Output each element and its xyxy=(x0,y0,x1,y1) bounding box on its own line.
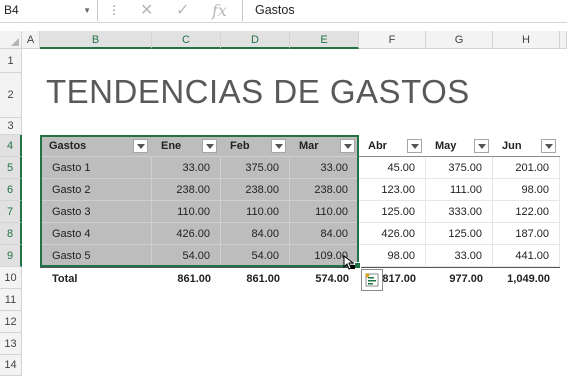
total-value-cell[interactable]: 1,049.00 xyxy=(493,267,560,289)
value-cell[interactable]: 111.00 xyxy=(426,179,493,201)
enter-icon[interactable]: ✓ xyxy=(176,0,189,21)
header-cell-jun[interactable]: Jun xyxy=(493,135,560,157)
filter-dropdown-icon[interactable] xyxy=(202,138,217,153)
value-cell[interactable]: 84.00 xyxy=(221,223,290,245)
row-header-11[interactable]: 11 xyxy=(0,289,22,311)
row-header-13[interactable]: 13 xyxy=(0,333,22,355)
header-label: Ene xyxy=(161,139,182,152)
value-cell[interactable]: 238.00 xyxy=(221,179,290,201)
value-cell[interactable]: 33.00 xyxy=(290,157,359,179)
total-label-cell[interactable]: Total xyxy=(40,267,152,289)
row-header-3[interactable]: 3 xyxy=(0,118,22,135)
value-cell[interactable]: 333.00 xyxy=(426,201,493,223)
row-label-cell[interactable]: Gasto 4 xyxy=(40,223,152,245)
total-value-cell[interactable]: 861.00 xyxy=(152,267,221,289)
crosshair-cursor-icon xyxy=(343,255,355,270)
row-header-1[interactable]: 1 xyxy=(0,49,22,73)
select-all-corner[interactable] xyxy=(0,31,22,49)
header-label: Jun xyxy=(502,139,522,152)
header-label: May xyxy=(435,139,457,152)
row-header-5[interactable]: 5 xyxy=(0,157,22,179)
header-label: Gastos xyxy=(49,139,87,152)
name-box[interactable]: B4 ▼ xyxy=(0,0,98,21)
header-cell-abr[interactable]: Abr xyxy=(359,135,426,157)
value-cell[interactable]: 110.00 xyxy=(152,201,221,223)
chevron-down-icon[interactable]: ▼ xyxy=(83,0,91,21)
quick-analysis-icon xyxy=(365,273,379,287)
value-cell[interactable]: 441.00 xyxy=(493,245,560,267)
row-header-6[interactable]: 6 xyxy=(0,179,22,201)
value-cell[interactable]: 123.00 xyxy=(359,179,426,201)
value-cell[interactable]: 33.00 xyxy=(426,245,493,267)
row-header-10[interactable]: 10 xyxy=(0,267,22,289)
header-cell-may[interactable]: May xyxy=(426,135,493,157)
filter-dropdown-icon[interactable] xyxy=(340,138,355,153)
column-header-i[interactable] xyxy=(560,31,567,49)
formula-bar: B4 ▼ ⋮ ✕ ✓ fx Gastos xyxy=(0,0,567,23)
formula-input[interactable]: Gastos xyxy=(242,0,567,21)
value-cell[interactable]: 125.00 xyxy=(359,201,426,223)
value-cell[interactable]: 122.00 xyxy=(493,201,560,223)
column-header-b[interactable]: B xyxy=(40,31,152,49)
header-cell-feb[interactable]: Feb xyxy=(221,135,290,157)
value-cell[interactable]: 375.00 xyxy=(426,157,493,179)
value-cell[interactable]: 125.00 xyxy=(426,223,493,245)
value-cell[interactable]: 201.00 xyxy=(493,157,560,179)
row-header-7[interactable]: 7 xyxy=(0,201,22,223)
value-cell[interactable]: 110.00 xyxy=(221,201,290,223)
column-header-c[interactable]: C xyxy=(152,31,221,49)
row-label-cell[interactable]: Gasto 2 xyxy=(40,179,152,201)
header-cell-mar[interactable]: Mar xyxy=(290,135,359,157)
column-header-d[interactable]: D xyxy=(221,31,290,49)
row-header-9[interactable]: 9 xyxy=(0,245,22,267)
value-cell[interactable]: 33.00 xyxy=(152,157,221,179)
row-header-4[interactable]: 4 xyxy=(0,135,22,157)
value-cell[interactable]: 45.00 xyxy=(359,157,426,179)
header-label: Mar xyxy=(299,139,319,152)
header-cell-gastos[interactable]: Gastos xyxy=(40,135,152,157)
filter-dropdown-icon[interactable] xyxy=(133,138,148,153)
row-label-cell[interactable]: Gasto 3 xyxy=(40,201,152,223)
total-value-cell[interactable]: 977.00 xyxy=(426,267,493,289)
column-header-e[interactable]: E xyxy=(290,31,359,49)
row-label-cell[interactable]: Gasto 5 xyxy=(40,245,152,267)
row-header-2[interactable]: 2 xyxy=(0,73,22,118)
value-cell[interactable]: 54.00 xyxy=(221,245,290,267)
total-value-cell[interactable]: 861.00 xyxy=(221,267,290,289)
value-cell[interactable]: 238.00 xyxy=(290,179,359,201)
header-label: Feb xyxy=(230,139,250,152)
filter-dropdown-icon[interactable] xyxy=(474,138,489,153)
name-box-value: B4 xyxy=(4,3,19,17)
value-cell[interactable]: 54.00 xyxy=(152,245,221,267)
value-cell[interactable]: 98.00 xyxy=(493,179,560,201)
value-cell[interactable]: 84.00 xyxy=(290,223,359,245)
row-header-8[interactable]: 8 xyxy=(0,223,22,245)
value-cell[interactable]: 98.00 xyxy=(359,245,426,267)
filter-dropdown-icon[interactable] xyxy=(407,138,422,153)
cancel-icon[interactable]: ✕ xyxy=(140,0,153,21)
header-label: Abr xyxy=(368,139,387,152)
value-cell[interactable]: 426.00 xyxy=(359,223,426,245)
row-label-cell[interactable]: Gasto 1 xyxy=(40,157,152,179)
row-header-14[interactable]: 14 xyxy=(0,355,22,376)
quick-analysis-button[interactable] xyxy=(361,269,383,291)
sheet-title[interactable]: TENDENCIAS DE GASTOS xyxy=(46,73,470,111)
header-cell-ene[interactable]: Ene xyxy=(152,135,221,157)
column-header-f[interactable]: F xyxy=(359,31,426,49)
filter-dropdown-icon[interactable] xyxy=(541,138,556,153)
column-header-a[interactable]: A xyxy=(22,31,40,49)
filter-dropdown-icon[interactable] xyxy=(271,138,286,153)
value-cell[interactable]: 238.00 xyxy=(152,179,221,201)
value-cell[interactable]: 426.00 xyxy=(152,223,221,245)
value-cell[interactable]: 187.00 xyxy=(493,223,560,245)
column-header-h[interactable]: H xyxy=(493,31,560,49)
more-options-icon[interactable]: ⋮ xyxy=(108,0,120,21)
row-header-12[interactable]: 12 xyxy=(0,311,22,333)
value-cell[interactable]: 110.00 xyxy=(290,201,359,223)
column-header-g[interactable]: G xyxy=(426,31,493,49)
insert-function-icon[interactable]: fx xyxy=(212,0,227,21)
value-cell[interactable]: 375.00 xyxy=(221,157,290,179)
